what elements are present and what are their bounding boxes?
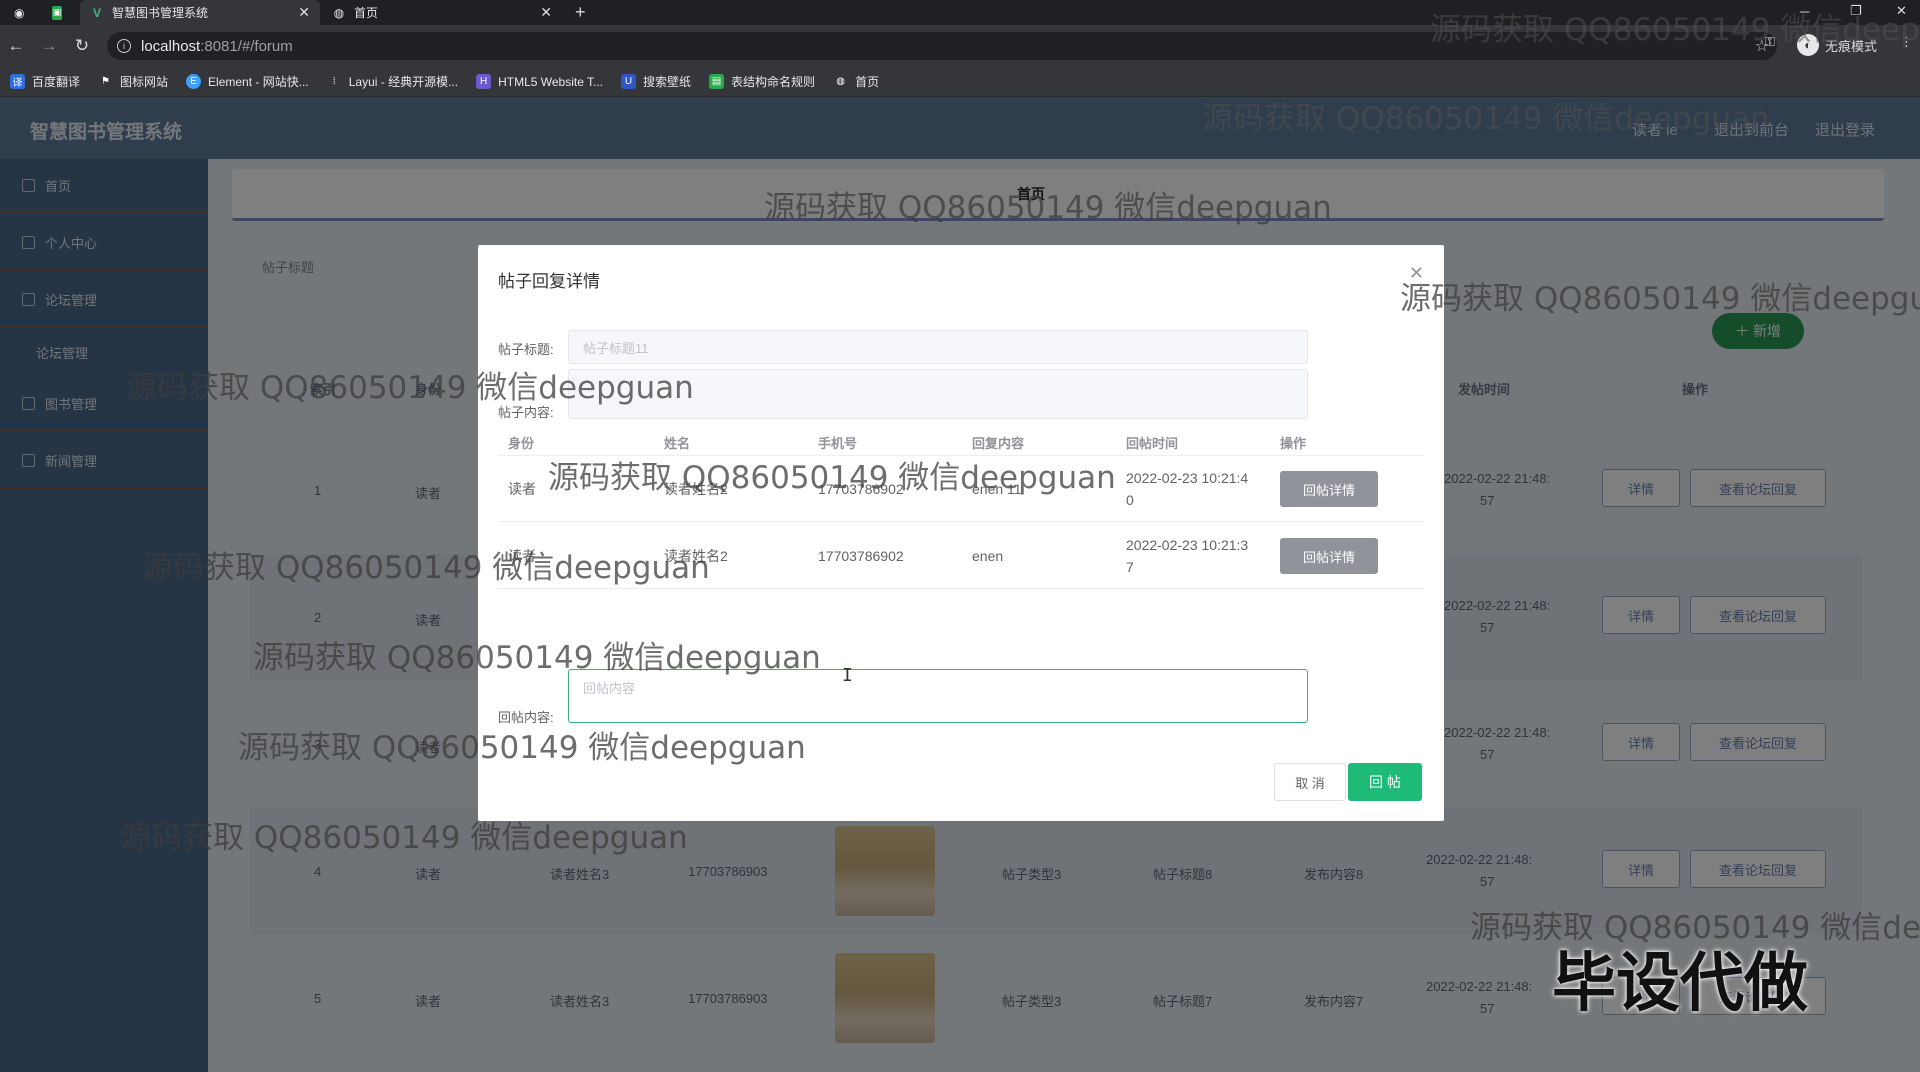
tab-app[interactable]: V 智慧图书管理系统 ✕	[80, 0, 320, 25]
tab-home[interactable]: ◍ 首页 ✕	[322, 0, 562, 25]
reply-row: 读者 读者姓名2 17703786902 enen 11 2022-02-23 …	[498, 456, 1424, 522]
reply-detail-dialog: 帖子回复详情 ✕ 帖子标题: 帖子标题11 帖子内容: 身份 姓名 手机号 回复…	[478, 245, 1444, 821]
html5-icon: H	[476, 74, 492, 89]
reply-content-input[interactable]: 回帖内容	[568, 669, 1308, 723]
element-logo-icon: E	[186, 74, 202, 89]
address-bar[interactable]: i localhost:8081/#/forum ☆	[107, 32, 1777, 60]
browser-menu-icon[interactable]: ◉	[8, 0, 38, 25]
close-tab-icon[interactable]: ✕	[540, 4, 552, 21]
layui-logo-icon: ⦙	[333, 76, 336, 87]
watermark-big: 毕设代做	[1552, 947, 1808, 1021]
submit-reply-button[interactable]: 回 帖	[1348, 763, 1422, 801]
bookmark-item[interactable]: ⚑ 图标网站	[98, 73, 168, 90]
info-icon[interactable]: i	[117, 39, 131, 53]
bookmark-item[interactable]: ⦙ Layui - 经典开源模...	[327, 73, 458, 90]
tab-title: 首页	[354, 6, 379, 20]
close-tab-icon[interactable]: ✕	[298, 4, 310, 21]
pinned-tab-icon[interactable]: ▣	[46, 0, 76, 25]
post-content-field[interactable]	[568, 369, 1308, 419]
globe-icon: ◍	[836, 76, 845, 87]
minimize-icon[interactable]: ─	[1800, 0, 1809, 22]
reply-detail-button[interactable]: 回帖详情	[1280, 471, 1378, 507]
browser-toolbar: ← → ↻ i localhost:8081/#/forum ☆ ⚿ ◐ 无痕模…	[0, 25, 1920, 67]
bookmark-item[interactable]: ▤ 表结构命名规则	[709, 73, 815, 90]
text-cursor-icon: I	[842, 665, 853, 686]
bookmark-item[interactable]: E Element - 网站快...	[186, 73, 309, 90]
incognito-label: 无痕模式	[1825, 38, 1878, 54]
bookmarks-bar: 译百度翻译 ⚑ 图标网站 E Element - 网站快... ⦙ Layui - 经…	[0, 67, 1920, 97]
dialog-title: 帖子回复详情	[498, 272, 600, 291]
translate-icon: 译	[10, 74, 25, 89]
tab-title: 智慧图书管理系统	[112, 6, 209, 20]
reply-detail-button[interactable]: 回帖详情	[1280, 538, 1378, 574]
post-title-field[interactable]: 帖子标题11	[568, 330, 1308, 364]
wallpaper-icon: U	[621, 74, 637, 89]
flag-icon: ⚑	[101, 76, 110, 87]
bookmark-item[interactable]: U 搜索壁纸	[621, 73, 691, 90]
post-content-label: 帖子内容:	[498, 405, 554, 420]
restore-icon[interactable]: ❐	[1850, 0, 1862, 22]
close-icon[interactable]: ✕	[1409, 263, 1424, 284]
bookmark-item[interactable]: 译百度翻译	[10, 73, 80, 90]
bookmark-item[interactable]: ◍ 首页	[833, 73, 879, 90]
url-path: :8081/#/forum	[200, 37, 293, 55]
browser-menu-kebab-icon[interactable]: ⋮	[1900, 34, 1913, 50]
key-icon[interactable]: ⚿	[1765, 34, 1775, 50]
browser-tab-strip: ◉ ▣ V 智慧图书管理系统 ✕ ◍ 首页 ✕ + ─ ❐ ✕	[0, 0, 1920, 25]
table-icon: ▤	[709, 74, 725, 89]
vue-logo-icon: V	[92, 5, 101, 20]
back-icon[interactable]: ←	[4, 34, 28, 58]
incognito-indicator[interactable]: ◐ 无痕模式	[1797, 34, 1877, 56]
reload-icon[interactable]: ↻	[70, 34, 94, 58]
bookmark-item[interactable]: H HTML5 Website T...	[476, 74, 603, 89]
reply-content-label: 回帖内容:	[498, 710, 554, 725]
post-title-label: 帖子标题:	[498, 342, 554, 357]
cancel-button[interactable]: 取 消	[1274, 763, 1346, 801]
incognito-icon: ◐	[1797, 34, 1819, 56]
window-close-icon[interactable]: ✕	[1896, 0, 1907, 22]
forward-icon[interactable]: →	[37, 34, 61, 58]
reply-row: 读者 读者姓名2 17703786902 enen 2022-02-23 10:…	[498, 523, 1424, 589]
globe-icon: ◍	[333, 5, 345, 20]
url-host: localhost	[141, 37, 201, 55]
new-tab-button[interactable]: +	[575, 2, 586, 23]
